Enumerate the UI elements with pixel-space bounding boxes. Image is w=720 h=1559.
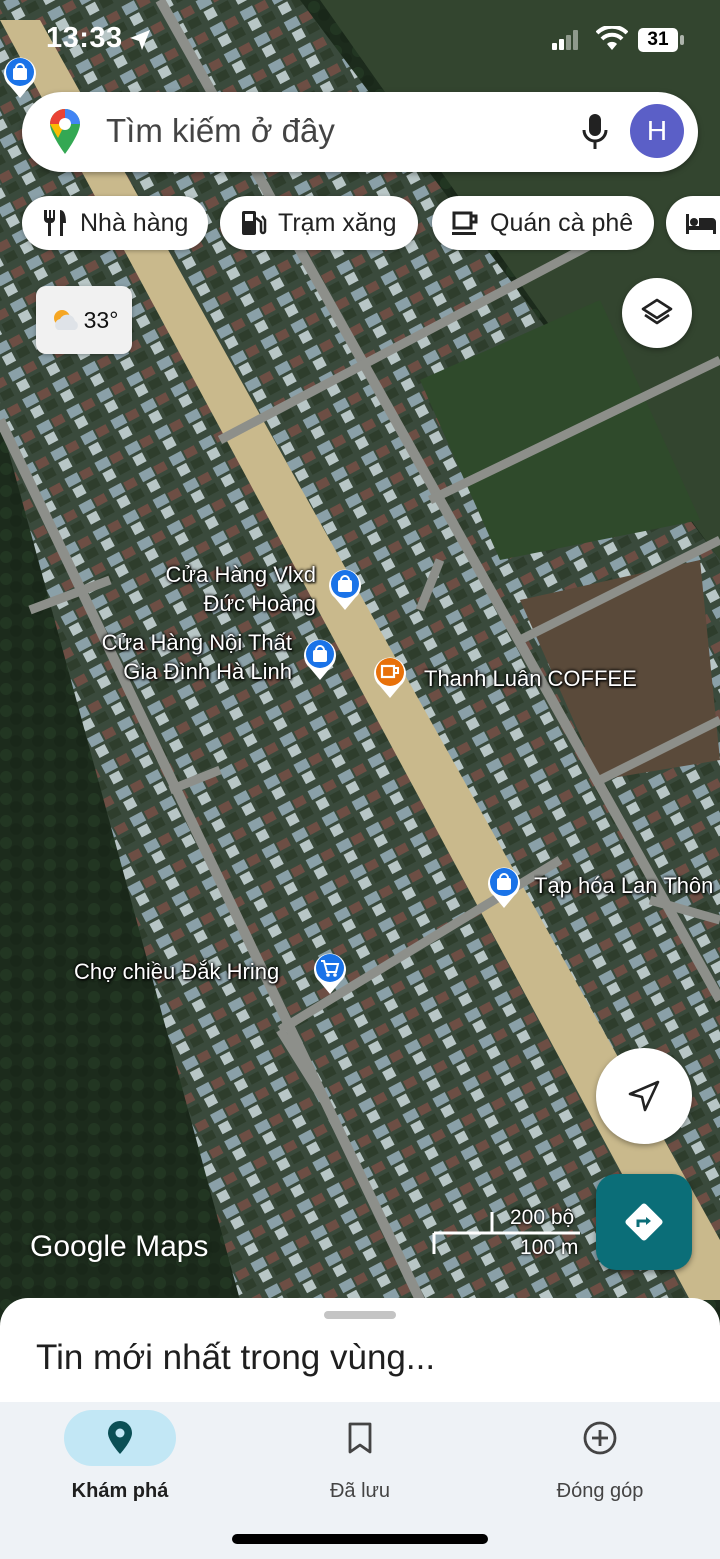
my-location-button[interactable] — [596, 1048, 692, 1144]
poi-label[interactable]: Cửa Hàng Vlxd Đức Hoàng — [154, 560, 316, 618]
shopping-bag-icon[interactable] — [302, 636, 338, 680]
tab-saved[interactable]: Đã lưu — [240, 1410, 480, 1520]
battery-indicator: 31 — [636, 26, 686, 54]
chip-gas-station[interactable]: Trạm xăng — [220, 196, 418, 250]
sheet-title: Tin mới nhất trong vùng... — [36, 1338, 436, 1377]
search-input[interactable]: Tìm kiếm ở đây — [106, 112, 335, 150]
tab-explore-indicator — [64, 1410, 176, 1466]
status-time: 13:33 — [46, 22, 123, 54]
chip-hotel[interactable] — [666, 196, 720, 250]
wifi-icon — [596, 26, 628, 50]
add-circle-icon — [583, 1421, 617, 1455]
poi-name-line1: Cửa Hàng Vlxd — [165, 562, 316, 587]
search-bar[interactable]: Tìm kiếm ở đây H — [22, 92, 698, 172]
battery-level: 31 — [638, 28, 678, 52]
poi-label[interactable]: Cửa Hàng Nội Thất Gia Đình Hà Linh — [84, 628, 292, 686]
cart-icon[interactable] — [312, 950, 348, 994]
tab-label: Khám phá — [71, 1480, 169, 1502]
location-arrow-icon — [130, 30, 150, 50]
shopping-bag-icon[interactable] — [486, 864, 522, 908]
directions-icon — [625, 1203, 663, 1241]
tab-contribute[interactable]: Đóng góp — [480, 1410, 720, 1520]
chip-restaurant[interactable]: Nhà hàng — [22, 196, 208, 250]
google-maps-pin-icon — [50, 109, 80, 154]
tab-saved-indicator — [304, 1410, 416, 1466]
navigation-arrow-icon — [628, 1080, 660, 1112]
partly-cloudy-icon — [53, 310, 78, 330]
chip-label: Nhà hàng — [80, 208, 189, 237]
coffee-icon[interactable] — [372, 654, 408, 698]
shopping-bag-icon[interactable] — [2, 54, 38, 98]
chip-coffee[interactable]: Quán cà phê — [432, 196, 654, 250]
poi-label[interactable]: Chợ chiều Đắk Hring — [74, 957, 279, 986]
scale-metric-label: 100 m — [520, 1236, 579, 1259]
layers-button[interactable] — [622, 278, 692, 348]
bookmark-icon — [348, 1422, 372, 1454]
directions-button[interactable] — [596, 1174, 692, 1270]
location-pin-icon — [108, 1421, 132, 1454]
microphone-icon[interactable] — [580, 112, 610, 152]
tab-explore[interactable]: Khám phá — [0, 1410, 240, 1520]
tab-label: Đóng góp — [556, 1480, 644, 1502]
layers-icon — [641, 298, 673, 325]
map-attribution: Google Maps — [30, 1230, 209, 1263]
chip-label: Quán cà phê — [490, 208, 634, 237]
poi-name-line1: Cửa Hàng Nội Thất — [101, 630, 292, 655]
poi-label[interactable]: Tạp hóa Lan Thôn — [534, 871, 720, 900]
tab-label: Đã lưu — [329, 1480, 391, 1502]
chip-label: Trạm xăng — [278, 208, 397, 237]
poi-name-line2: Đức Hoàng — [203, 591, 316, 616]
avatar[interactable]: H — [630, 104, 684, 158]
coffee-icon — [452, 211, 478, 235]
weather-temp: 33° — [83, 306, 119, 333]
tab-contribute-indicator — [544, 1410, 656, 1466]
status-bar: 13:33 31 — [0, 0, 720, 80]
sheet-drag-handle[interactable] — [324, 1311, 396, 1319]
weather-chip[interactable]: 33° — [36, 286, 132, 354]
restaurant-icon — [44, 210, 66, 236]
shopping-bag-icon[interactable] — [327, 566, 363, 610]
hotel-icon — [686, 214, 716, 234]
poi-label[interactable]: Thanh Luân COFFEE — [424, 664, 637, 693]
home-indicator[interactable] — [232, 1534, 488, 1544]
gas-station-icon — [242, 211, 267, 235]
poi-name-line2: Gia Đình Hà Linh — [123, 659, 292, 684]
cellular-signal-icon — [552, 30, 578, 50]
